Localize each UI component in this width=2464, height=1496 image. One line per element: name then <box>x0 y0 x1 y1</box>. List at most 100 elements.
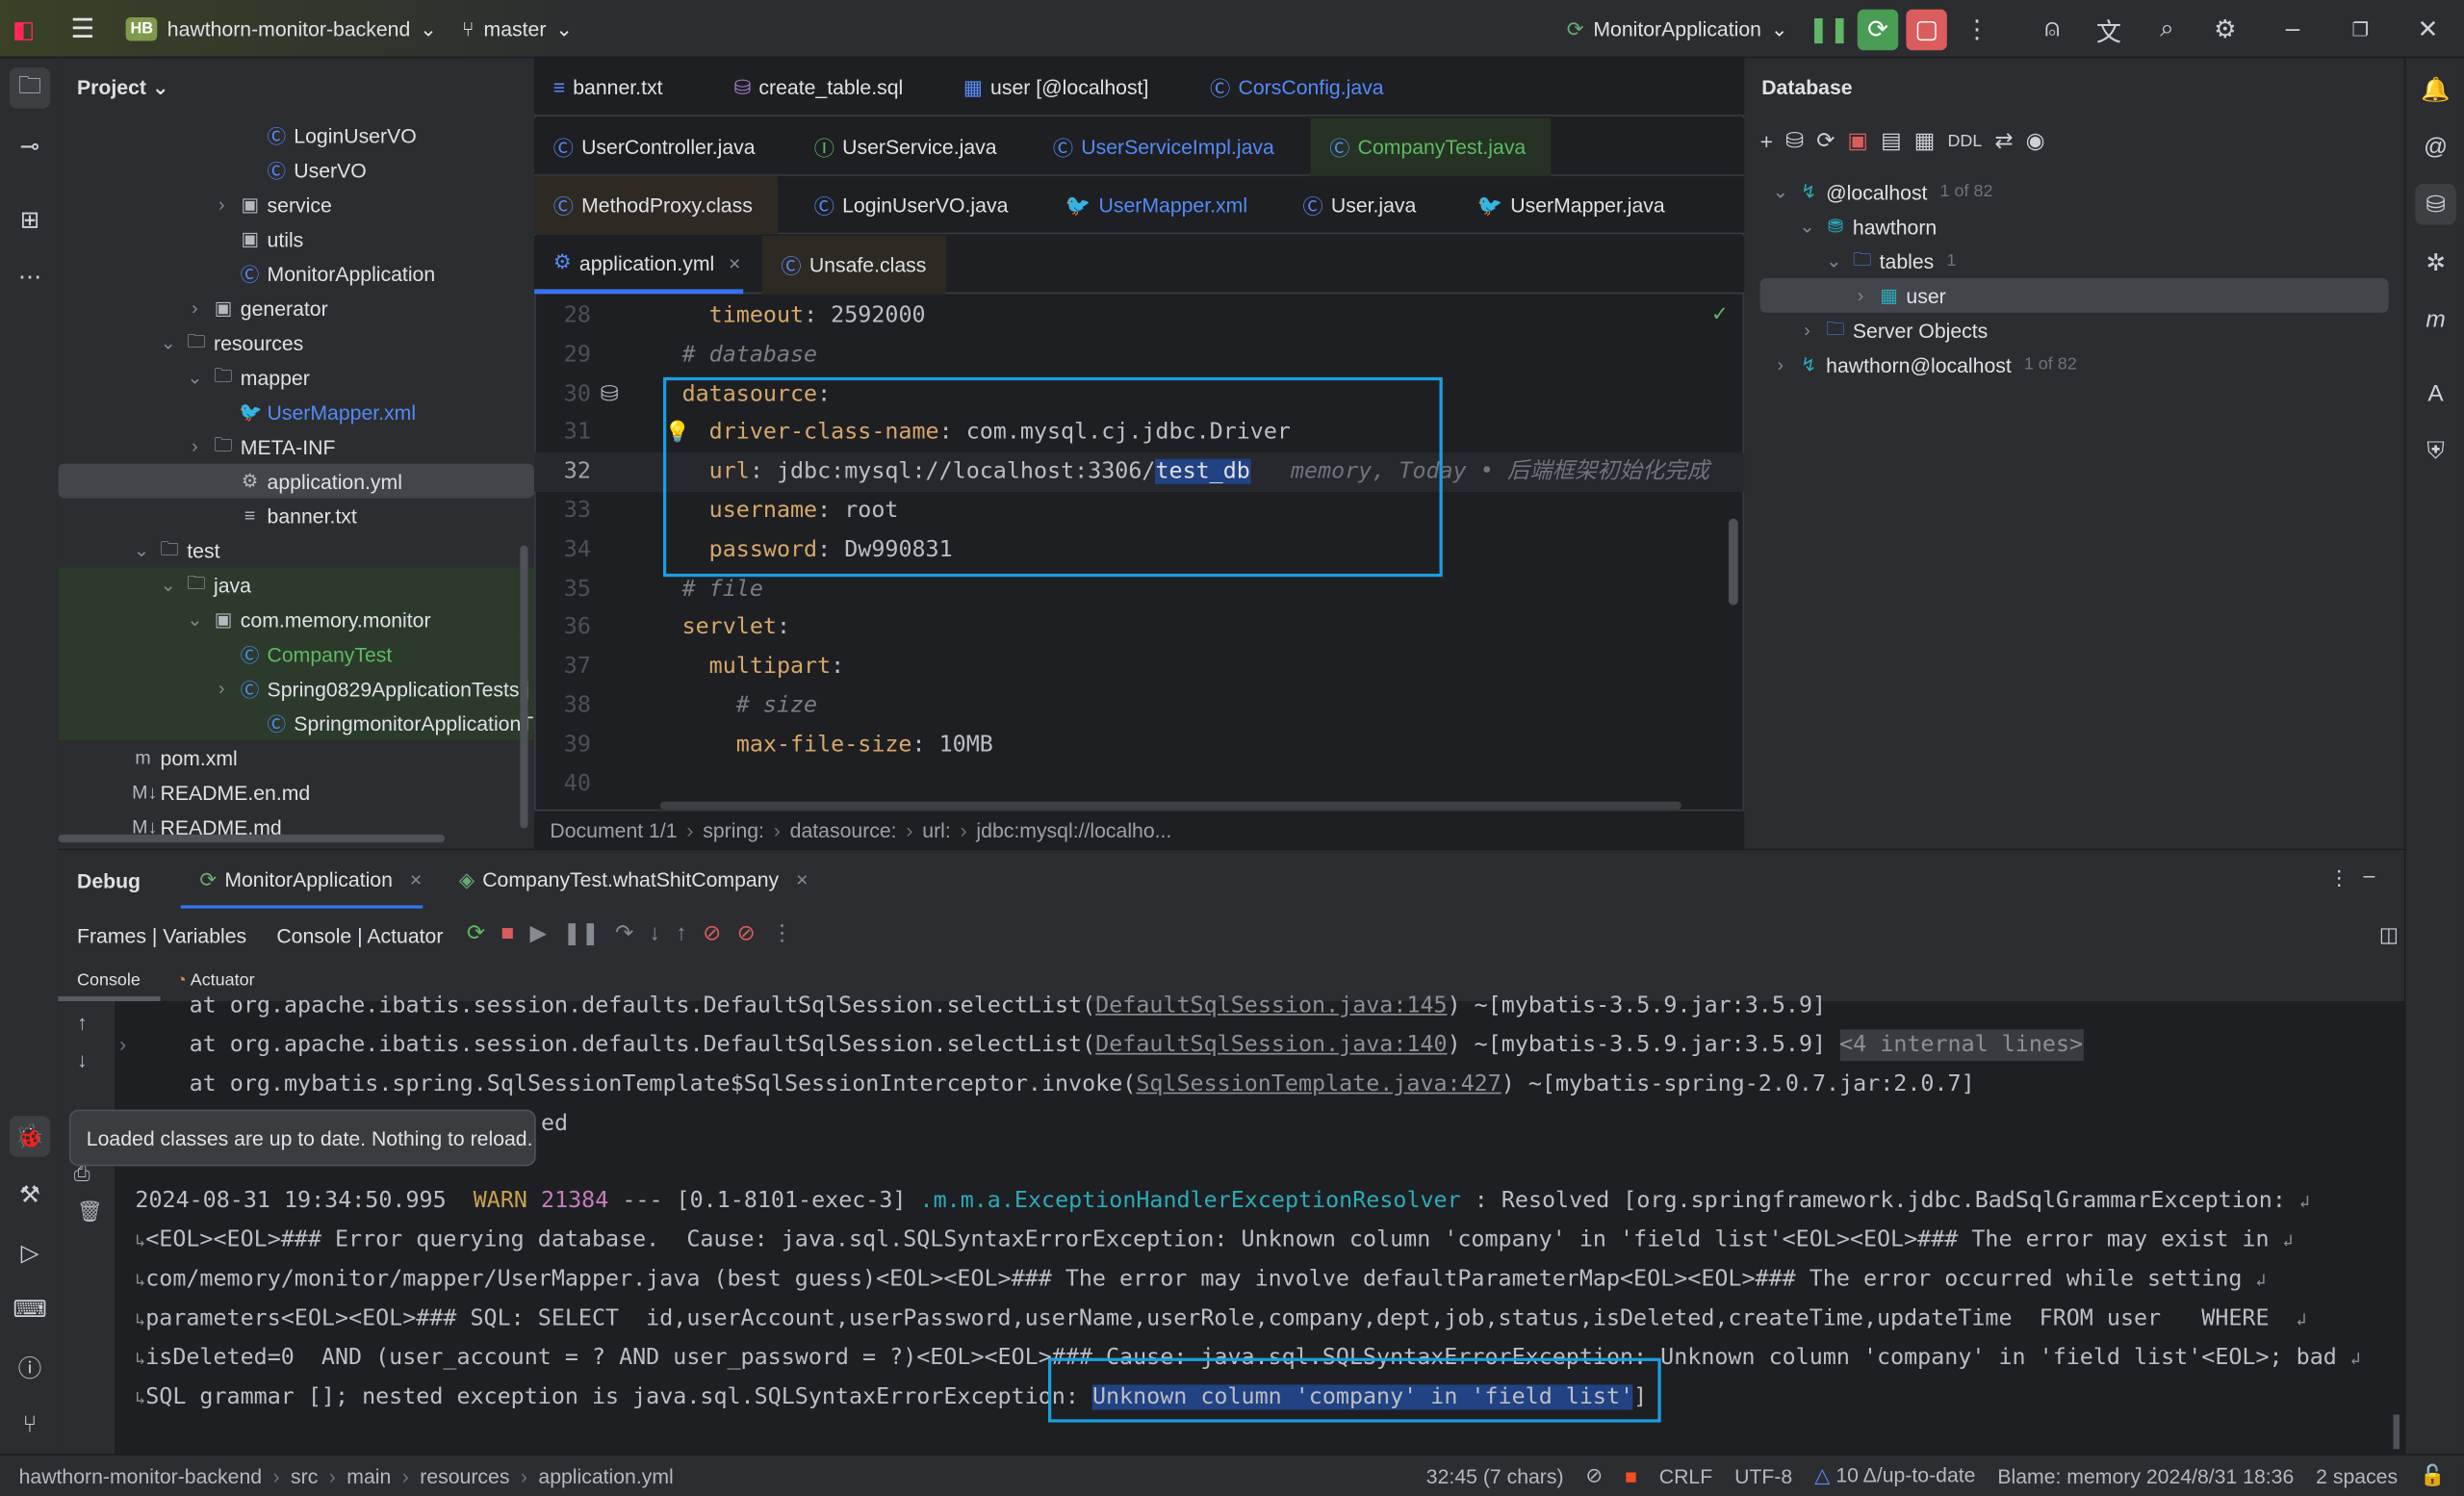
refresh-icon[interactable]: ⟳ <box>1816 127 1835 154</box>
mute-breakpoints-icon[interactable]: ⊘ <box>737 919 756 946</box>
git-icon[interactable]: ⑂ <box>10 1404 50 1444</box>
db-tree-item[interactable]: › ↯ hawthorn@localhost 1 of 82 <box>1760 348 2389 382</box>
editor-hscrollbar[interactable] <box>659 801 1681 810</box>
editor-tab[interactable]: 🐦 UserMapper.xml <box>1046 176 1274 234</box>
blame-info[interactable]: Blame: memory 2024/8/31 18:36 <box>1997 1464 2294 1487</box>
editor-tab[interactable]: Ⓒ LoginUserVO.java <box>795 176 1039 234</box>
editor-tab[interactable]: ⛁ create_table.sql <box>715 58 936 116</box>
frames-variables-tab[interactable]: Frames | Variables <box>77 924 246 947</box>
chevron-icon[interactable]: ⌄ <box>184 366 206 388</box>
chevron-icon[interactable]: ⌄ <box>1769 181 1791 203</box>
status-path-item[interactable]: main <box>346 1464 391 1487</box>
terminal-icon[interactable]: ⌨ <box>10 1289 50 1329</box>
tree-item[interactable]: 🐦 UserMapper.xml <box>58 395 534 429</box>
tree-item[interactable]: › 🗀 META-INF <box>58 429 534 464</box>
breadcrumb-item[interactable]: spring: <box>703 818 764 841</box>
line-separator[interactable]: CRLF <box>1659 1464 1712 1487</box>
resume-icon[interactable]: ▶ <box>530 919 548 946</box>
translation-icon[interactable]: A <box>2415 373 2455 413</box>
code-line[interactable]: 40 <box>534 764 1744 804</box>
code-line[interactable]: 36 servlet: <box>534 608 1744 648</box>
main-menu-icon[interactable]: ☰ <box>70 0 94 58</box>
jump-icon[interactable]: ⇄ <box>1994 127 2013 154</box>
project-tool-icon[interactable]: 🗀 <box>9 67 51 109</box>
code-line[interactable]: 39 max-file-size: 10MB <box>534 726 1744 765</box>
app-logo-icon[interactable]: ◧ <box>13 0 35 58</box>
view-breakpoints-icon[interactable]: ⊘ <box>703 919 721 946</box>
editor-tab[interactable]: Ⓘ UserService.java <box>795 117 1023 175</box>
expand-icon[interactable]: › <box>119 1033 126 1056</box>
editor-tab[interactable]: ⚙ application.yml × <box>534 236 744 295</box>
chevron-icon[interactable]: › <box>184 297 206 320</box>
close-tab-icon[interactable]: × <box>796 867 808 890</box>
step-out-icon[interactable]: ↑ <box>676 919 686 946</box>
table-icon[interactable]: ▦ <box>1914 127 1936 154</box>
editor-tab[interactable]: Ⓒ Unsafe.class <box>761 236 946 295</box>
chevron-icon[interactable]: ⌄ <box>157 574 179 596</box>
search-icon[interactable]: ⌕ <box>2146 10 2187 50</box>
source-link[interactable]: DefaultSqlSession.java:140 <box>1095 1033 1447 1058</box>
tree-item[interactable]: Ⓒ MonitorApplication <box>58 256 534 291</box>
database-gutter-icon[interactable]: ⛁ <box>601 380 619 407</box>
editor-tab[interactable]: Ⓒ CompanyTest.java <box>1310 116 1552 176</box>
console-scrollbar[interactable] <box>2393 1414 2400 1450</box>
close-tab-icon[interactable]: × <box>729 251 740 274</box>
encoding[interactable]: UTF-8 <box>1734 1464 1792 1487</box>
tree-item[interactable]: Ⓒ SpringmonitorApplicationT <box>58 706 535 740</box>
clear-icon[interactable]: 🗑 <box>77 1199 103 1225</box>
run-config-selector[interactable]: ⟳ MonitorApplication ⌄ <box>1567 0 1788 58</box>
breadcrumb-item[interactable]: Document 1/1 <box>550 818 677 841</box>
lock-icon[interactable]: 🔓 <box>2420 1463 2445 1488</box>
notifications-icon[interactable]: 🔔 <box>2415 69 2455 110</box>
editor-tab[interactable]: Ⓒ User.java <box>1284 176 1449 234</box>
source-link[interactable]: DefaultSqlSession.java:145 <box>1095 993 1447 1019</box>
tree-item[interactable]: ⌄ 🗀 java <box>58 567 535 603</box>
editor-tab[interactable]: ▦ user [@localhost] <box>944 58 1180 116</box>
tree-item[interactable]: Ⓒ UserVO <box>58 152 534 187</box>
caret-position[interactable]: 32:45 (7 chars) <box>1426 1464 1564 1487</box>
tree-item[interactable]: ⌄ 🗀 test <box>58 532 534 567</box>
editor-tab[interactable]: ≡ banner.txt <box>534 58 707 116</box>
chevron-icon[interactable]: › <box>1769 353 1791 375</box>
tree-item[interactable]: › ▣ generator <box>58 291 534 325</box>
chevron-icon[interactable]: › <box>211 678 233 700</box>
tree-item[interactable]: ≡ banner.txt <box>58 499 534 533</box>
vertical-scrollbar[interactable] <box>520 545 528 829</box>
debug-tool-icon[interactable]: 🐞 <box>9 1116 51 1157</box>
breadcrumb-item[interactable]: url: <box>922 818 950 841</box>
debug-tab[interactable]: ⟳ MonitorApplication × <box>181 850 441 908</box>
project-panel-title[interactable]: Project ⌄ <box>77 75 169 100</box>
db-tree-item[interactable]: ⌄ ↯ @localhost 1 of 82 <box>1760 174 2389 209</box>
minimize-icon[interactable]: – <box>2272 10 2313 50</box>
more-tools-icon[interactable]: ⋯ <box>10 256 50 297</box>
layout-icon[interactable]: ◫ <box>2379 922 2399 947</box>
close-icon[interactable]: ✕ <box>2407 10 2448 50</box>
editor-scrollbar[interactable] <box>1728 518 1738 606</box>
tree-item[interactable]: m pom.xml <box>58 740 534 775</box>
indent-setting[interactable]: 2 spaces <box>2316 1464 2398 1487</box>
chevron-icon[interactable]: › <box>184 435 206 457</box>
breadcrumb-item[interactable]: jdbc:mysql://localho... <box>976 818 1171 841</box>
tree-item[interactable]: ⚙ application.yml <box>58 463 535 499</box>
pause-icon[interactable]: ❚❚ <box>562 919 599 946</box>
eye-icon[interactable]: ◉ <box>2026 127 2045 154</box>
vcs-status[interactable]: △ 10 Δ/up-to-date <box>1814 1463 1975 1488</box>
source-link[interactable]: SqlSessionTemplate.java:427 <box>1136 1071 1501 1096</box>
ddl-button[interactable]: DDL <box>1947 131 1982 150</box>
editor-tab[interactable]: Ⓒ CorsConfig.java <box>1192 58 1383 116</box>
chevron-icon[interactable]: › <box>1850 285 1872 307</box>
restore-icon[interactable]: ❐ <box>2340 10 2380 50</box>
problems-icon[interactable]: ⓘ <box>10 1347 50 1387</box>
commit-icon[interactable]: ⊸ <box>10 126 50 167</box>
tree-item[interactable]: ⌄ 🗀 resources <box>58 325 534 360</box>
windows-icon[interactable]: ■ <box>1625 1464 1637 1487</box>
console-icon[interactable]: ▤ <box>1881 127 1902 154</box>
branch-selector[interactable]: ⑂ master ⌄ <box>462 0 573 58</box>
status-path-item[interactable]: application.yml <box>538 1464 673 1487</box>
translate-icon[interactable]: 文 <box>2089 10 2129 50</box>
db-tree-item[interactable]: ⌄ 🗀 tables 1 <box>1760 244 2389 278</box>
subtab-console[interactable]: Console <box>77 971 141 991</box>
gear-icon[interactable]: ⚙ <box>2205 10 2246 50</box>
status-path-item[interactable]: hawthorn-monitor-backend <box>19 1464 262 1487</box>
chevron-icon[interactable]: ⌄ <box>184 608 206 631</box>
